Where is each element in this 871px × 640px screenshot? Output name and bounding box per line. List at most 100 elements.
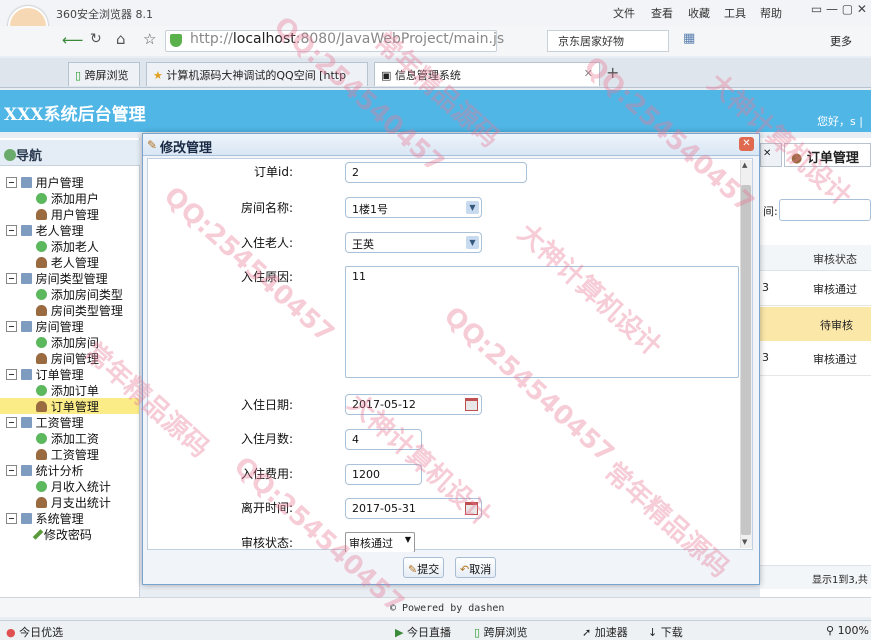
- sidebar-item-label: 月收入统计: [50, 480, 111, 494]
- status-accelerator[interactable]: ➚ 加速器: [582, 624, 628, 640]
- url-text[interactable]: http://localhost:8080/JavaWebProject/mai…: [190, 31, 504, 47]
- window-controls[interactable]: ▭ — ▢ ✕: [811, 2, 867, 16]
- undo-icon: ↶: [460, 563, 470, 576]
- refresh-icon[interactable]: ↻: [90, 31, 102, 47]
- cancel-button[interactable]: ↶取消: [455, 557, 497, 578]
- status-live[interactable]: ▶ 今日直播: [395, 624, 451, 640]
- elder-select[interactable]: 王英 ▼: [345, 232, 482, 253]
- close-tab-icon[interactable]: ✕: [584, 67, 593, 80]
- nav-group[interactable]: 老人管理: [0, 222, 139, 238]
- sidebar-item[interactable]: 工资管理: [0, 446, 139, 462]
- status-cross-screen[interactable]: ▯ 跨屏浏览: [474, 624, 528, 640]
- menu-view[interactable]: 查看: [651, 5, 673, 21]
- nav-group-label: 订单管理: [35, 368, 84, 382]
- table-row[interactable]: [760, 307, 871, 341]
- status-download[interactable]: ↓ 下载: [648, 624, 683, 640]
- calendar-icon[interactable]: [465, 502, 478, 515]
- sidebar-item-label: 订单管理: [50, 400, 99, 414]
- sidebar-item[interactable]: 添加房间类型: [0, 286, 139, 302]
- collapse-icon[interactable]: [6, 417, 17, 428]
- menu-help[interactable]: 帮助: [760, 5, 782, 21]
- apps-icon[interactable]: ▦: [683, 31, 695, 46]
- sidebar-item[interactable]: 添加房间: [0, 334, 139, 350]
- collapse-icon[interactable]: [6, 465, 17, 476]
- submit-button[interactable]: ✎提交: [403, 557, 445, 578]
- collapse-icon[interactable]: [6, 321, 17, 332]
- collapse-icon[interactable]: [6, 513, 17, 524]
- dialog-close-icon[interactable]: ✕: [739, 137, 754, 151]
- sidebar-item[interactable]: 用户管理: [0, 206, 139, 222]
- user-icon: [36, 257, 47, 268]
- menu-tools[interactable]: 工具: [724, 5, 746, 21]
- tab-cross-screen[interactable]: ▯ 跨屏浏览: [68, 62, 140, 86]
- scroll-down-icon[interactable]: ▼: [742, 538, 747, 546]
- collapse-icon[interactable]: [6, 177, 17, 188]
- nav-group-label: 统计分析: [35, 464, 84, 478]
- zoom-level[interactable]: ⚲ 100%: [826, 624, 869, 637]
- monitor-icon: [20, 177, 32, 188]
- pencil-icon: [32, 529, 44, 540]
- nav-title: 导航: [4, 145, 42, 164]
- status-cell: 审核通过: [813, 353, 857, 366]
- sidebar-item[interactable]: 添加工资: [0, 430, 139, 446]
- status-today-pick[interactable]: ● 今日优选: [6, 624, 63, 640]
- order-id-input[interactable]: 2: [345, 162, 527, 183]
- nav-group[interactable]: 房间类型管理: [0, 270, 139, 286]
- sidebar-item[interactable]: 添加老人: [0, 238, 139, 254]
- search-text: 京东居家好物: [558, 35, 624, 48]
- shield-icon: [170, 34, 182, 47]
- tab-info-system[interactable]: ▣ 信息管理系统 ✕: [374, 62, 600, 86]
- back-icon[interactable]: ⟵: [62, 31, 84, 49]
- nav-group[interactable]: 统计分析: [0, 462, 139, 478]
- sidebar-item[interactable]: 房间类型管理: [0, 302, 139, 318]
- label-leave-date: 离开时间:: [240, 501, 293, 515]
- sidebar-item[interactable]: 月支出统计: [0, 494, 139, 510]
- collapse-icon[interactable]: [6, 369, 17, 380]
- tab-order-manage[interactable]: ● 订单管理: [784, 143, 871, 167]
- new-tab-icon[interactable]: +: [606, 63, 619, 82]
- status-select[interactable]: 审核通过 ▼: [345, 532, 415, 553]
- more-label[interactable]: 更多: [830, 33, 852, 49]
- sidebar-item[interactable]: 月收入统计: [0, 478, 139, 494]
- status-cell: 审核通过: [813, 283, 857, 296]
- chevron-down-icon[interactable]: ▼: [466, 201, 479, 214]
- add-icon: [36, 241, 47, 252]
- scrollbar-thumb[interactable]: [741, 185, 751, 535]
- tab-qq-space[interactable]: ★ 计算机源码大神调试的QQ空间 [http: [146, 62, 368, 86]
- start-date-input[interactable]: 2017-05-12: [345, 394, 482, 415]
- nav-group[interactable]: 工资管理: [0, 414, 139, 430]
- months-input[interactable]: 4: [345, 429, 422, 450]
- star-icon[interactable]: ☆: [143, 30, 156, 48]
- fee-input[interactable]: 1200: [345, 464, 422, 485]
- sidebar-item[interactable]: 添加用户: [0, 190, 139, 206]
- chevron-down-icon[interactable]: ▼: [405, 535, 411, 544]
- sidebar-item[interactable]: 订单管理: [0, 398, 139, 414]
- nav-group[interactable]: 房间管理: [0, 318, 139, 334]
- nav-group[interactable]: 订单管理: [0, 366, 139, 382]
- dialog-title: 修改管理: [160, 141, 213, 156]
- collapse-icon[interactable]: [6, 273, 17, 284]
- label-start-date: 入住日期:: [240, 398, 293, 412]
- filter-input[interactable]: [779, 199, 871, 221]
- sidebar-item[interactable]: 添加订单: [0, 382, 139, 398]
- nav-group-label: 用户管理: [35, 176, 84, 190]
- chevron-down-icon[interactable]: ▼: [466, 236, 479, 249]
- prev-tab-close-icon[interactable]: ✕: [760, 143, 782, 167]
- menu-file[interactable]: 文件: [613, 5, 635, 21]
- flame-icon: ●: [6, 626, 16, 639]
- calendar-icon[interactable]: [465, 398, 478, 411]
- table-cell: 3: [762, 351, 769, 364]
- leave-date-input[interactable]: 2017-05-31: [345, 498, 482, 519]
- sidebar-item[interactable]: 房间管理: [0, 350, 139, 366]
- scroll-up-icon[interactable]: ▲: [742, 161, 747, 169]
- home-icon[interactable]: ⌂: [116, 30, 126, 48]
- sidebar-item[interactable]: 老人管理: [0, 254, 139, 270]
- room-select[interactable]: 1楼1号 ▼: [345, 197, 482, 218]
- sidebar-item[interactable]: 修改密码: [0, 526, 139, 542]
- reason-textarea[interactable]: 11: [345, 266, 739, 378]
- menu-favorites[interactable]: 收藏: [688, 5, 710, 21]
- nav-group[interactable]: 用户管理: [0, 174, 139, 190]
- play-icon: ▶: [395, 626, 404, 639]
- nav-group[interactable]: 系统管理: [0, 510, 139, 526]
- collapse-icon[interactable]: [6, 225, 17, 236]
